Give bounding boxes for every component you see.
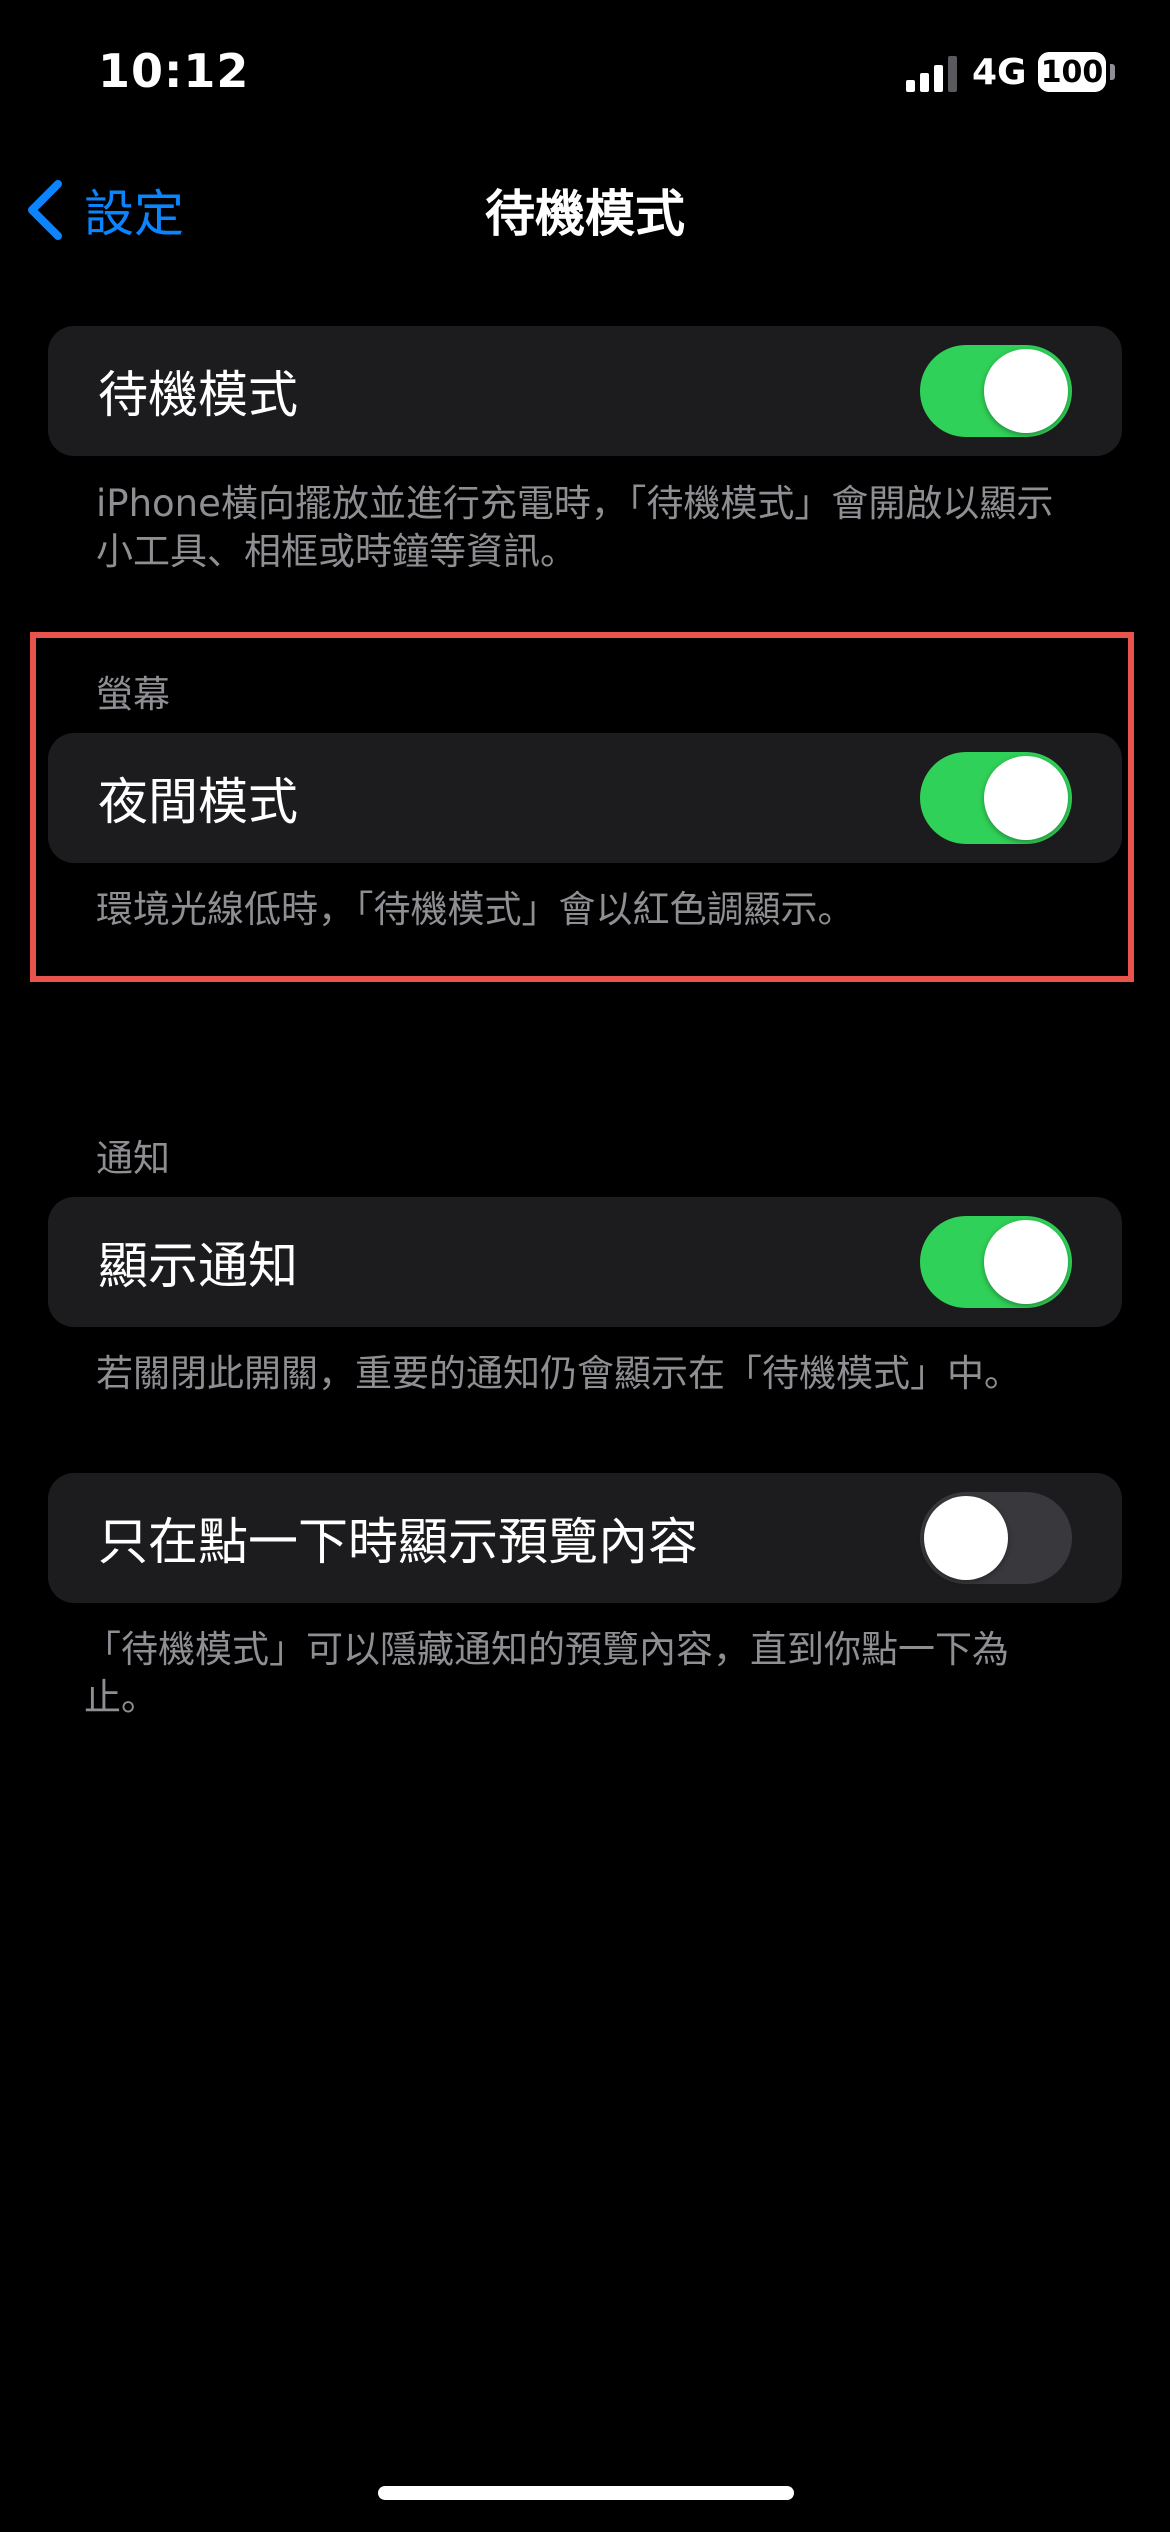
standby-card: 待機模式: [48, 326, 1122, 456]
status-bar: 10:12 4G 100: [0, 0, 1170, 150]
preview-on-tap-toggle[interactable]: [920, 1492, 1072, 1584]
toggle-knob: [924, 1496, 1008, 1580]
preview-on-tap-row-label: 只在點一下時顯示預覽內容: [98, 1513, 698, 1571]
chevron-left-icon: [28, 180, 62, 240]
notifications-section-header: 通知: [96, 1137, 170, 1180]
toggle-knob: [984, 1220, 1068, 1304]
preview-on-tap-card: 只在點一下時顯示預覽內容: [48, 1473, 1122, 1603]
show-notifications-toggle[interactable]: [920, 1216, 1072, 1308]
show-notifications-card: 顯示通知: [48, 1197, 1122, 1327]
battery-cap: [1110, 64, 1115, 80]
toggle-knob: [984, 349, 1068, 433]
standby-footer: iPhone橫向擺放並進行充電時，「待機模式」會開啟以顯示小工具、相框或時鐘等資…: [96, 482, 1054, 573]
home-indicator[interactable]: [378, 2486, 794, 2500]
back-label: 設定: [84, 185, 184, 243]
standby-toggle[interactable]: [920, 345, 1072, 437]
network-type: 4G: [972, 52, 1027, 93]
standby-row-label: 待機模式: [98, 366, 298, 424]
status-time: 10:12: [98, 44, 250, 98]
battery-icon: 100: [1038, 52, 1106, 92]
cellular-signal-icon: [906, 56, 958, 92]
show-notifications-footer: 若關閉此開關，重要的通知仍會顯示在「待機模式」中。: [96, 1352, 1021, 1395]
navigation-bar: 待機模式 設定: [0, 160, 1170, 260]
show-notifications-row-label: 顯示通知: [98, 1237, 298, 1295]
battery-level: 100: [1040, 54, 1104, 90]
preview-on-tap-footer: 「待機模式」可以隱藏通知的預覽內容，直到你點一下為止。: [84, 1628, 1009, 1719]
back-button[interactable]: 設定: [22, 170, 184, 250]
highlight-box: [30, 632, 1134, 982]
